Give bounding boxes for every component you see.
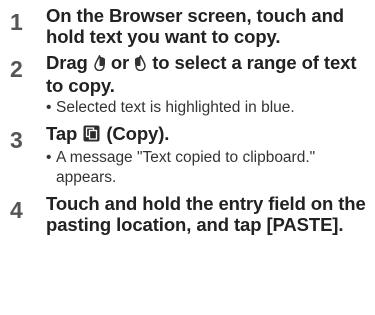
selection-handle-left-icon [94,54,106,75]
step-text-after: to select a range of text to copy. [46,52,357,96]
step-body: Touch and hold the entry field on the pa… [46,193,367,235]
step-number: 4 [10,197,23,223]
step-2: 2 Drag or to select a range of text to c… [10,52,367,118]
step-text-after: (Copy). [106,123,170,144]
step-instruction: Drag or to select a range of text to cop… [46,52,367,96]
selection-handle-right-icon [134,54,146,75]
step-1: 1 On the Browser screen, touch and hold … [10,5,367,47]
step-body: Drag or to select a range of text to cop… [46,52,367,118]
step-note: • Selected text is highlighted in blue. [46,98,367,118]
step-number: 3 [10,127,23,153]
step-text-before: Drag [46,52,88,73]
step-number: 2 [10,56,23,82]
instruction-page: 1 On the Browser screen, touch and hold … [0,0,375,315]
step-note: • A message "Text copied to clipboard." … [46,148,367,188]
step-4: 4 Touch and hold the entry field on the … [10,193,367,235]
step-instruction: Touch and hold the entry field on the pa… [46,193,366,235]
note-text: Selected text is highlighted in blue. [56,99,295,116]
step-text-before: Tap [46,123,78,144]
step-3: 3 Tap (Copy). • A message "Text copied t… [10,123,367,188]
note-text: A message "Text copied to clipboard." ap… [56,149,316,186]
note-bullet: • [46,149,52,166]
step-text-mid: or [110,52,130,73]
step-instruction: Tap (Copy). [46,123,367,146]
step-body: On the Browser screen, touch and hold te… [46,5,367,47]
copy-icon [83,125,100,146]
step-instruction: On the Browser screen, touch and hold te… [46,5,345,47]
step-body: Tap (Copy). • A message "Text copied to … [46,123,367,188]
note-bullet: • [46,99,52,116]
step-number: 1 [10,9,23,35]
